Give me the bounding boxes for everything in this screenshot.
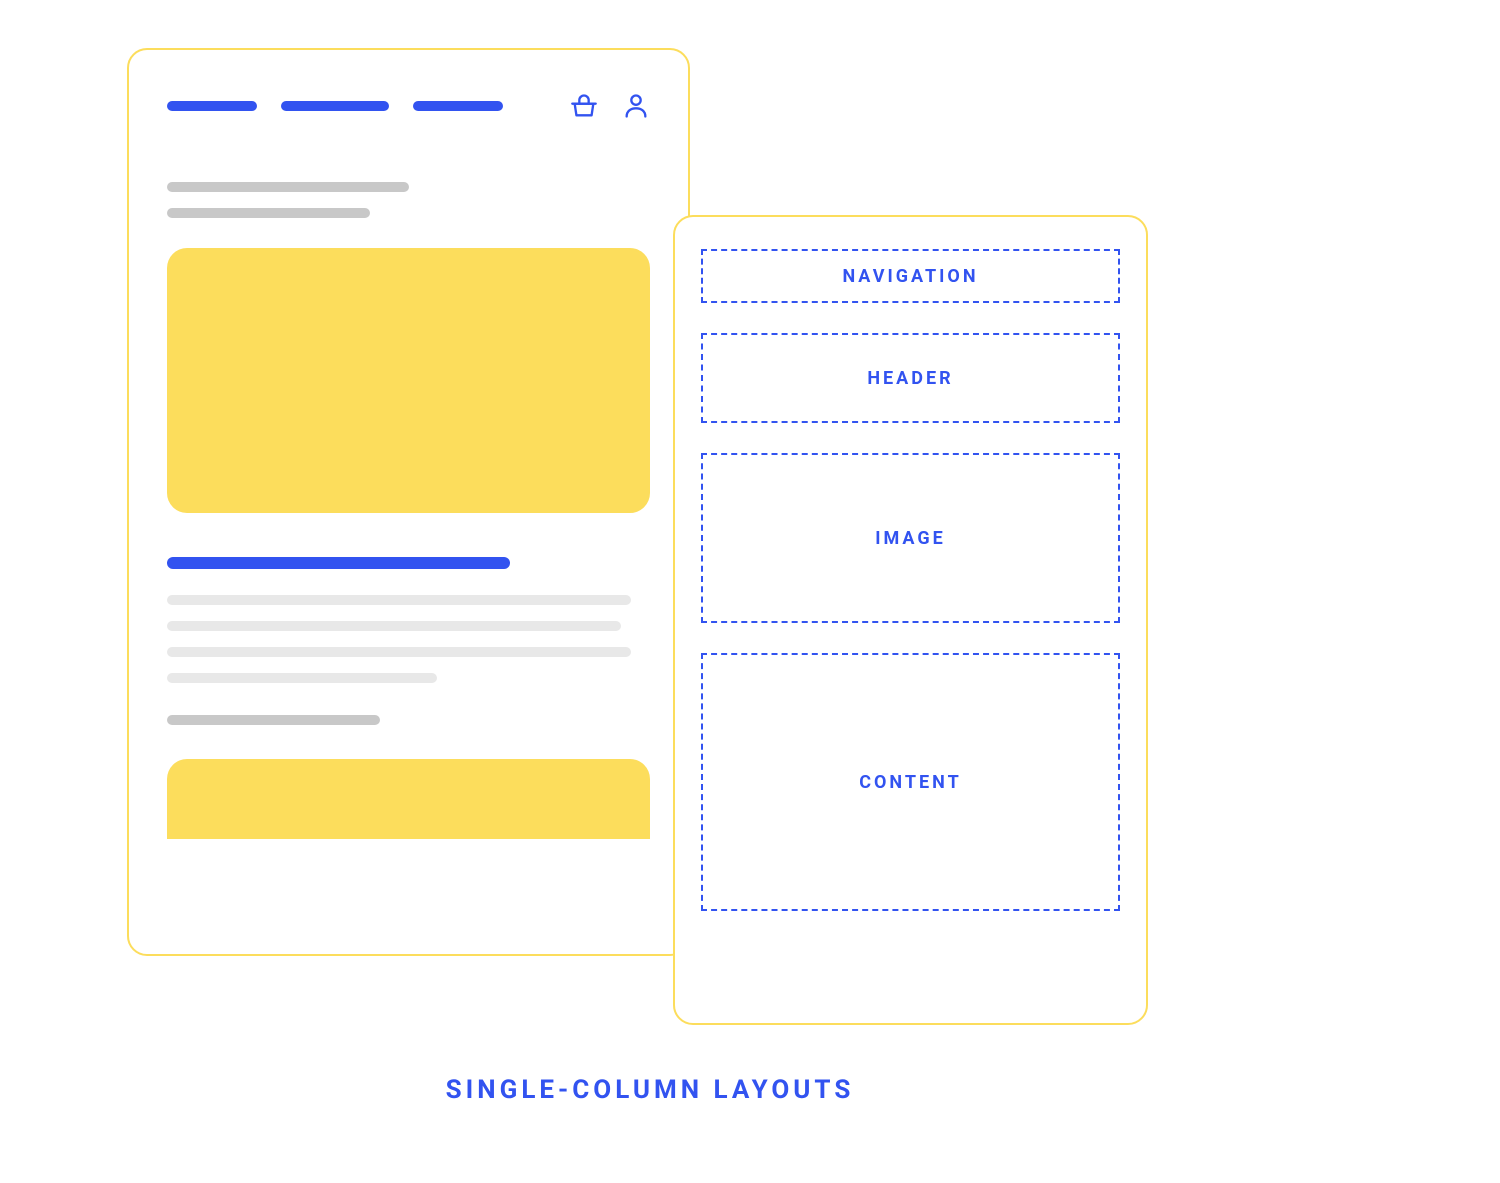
text-placeholder bbox=[167, 621, 621, 631]
nav-link-placeholder[interactable] bbox=[281, 101, 389, 111]
text-placeholder bbox=[167, 182, 409, 192]
basket-icon[interactable] bbox=[570, 92, 598, 120]
text-placeholder bbox=[167, 208, 370, 218]
schematic-region-header: HEADER bbox=[701, 333, 1120, 423]
layout-schematic: NAVIGATION HEADER IMAGE CONTENT bbox=[673, 215, 1148, 1025]
text-placeholder bbox=[167, 595, 631, 605]
schematic-region-image: IMAGE bbox=[701, 453, 1120, 623]
nav-icons bbox=[570, 92, 650, 120]
diagram-canvas: NAVIGATION HEADER IMAGE CONTENT SINGLE-C… bbox=[0, 0, 1500, 1183]
diagram-caption: SINGLE-COLUMN LAYOUTS bbox=[0, 1075, 1300, 1105]
text-placeholder bbox=[167, 715, 380, 725]
nav-link-placeholder[interactable] bbox=[167, 101, 257, 111]
wireframe-mockup bbox=[127, 48, 690, 956]
nav-links bbox=[167, 101, 503, 111]
wireframe-header-text bbox=[167, 182, 650, 218]
wireframe-nav bbox=[167, 92, 650, 120]
wireframe-secondary-image bbox=[167, 759, 650, 839]
schematic-region-navigation: NAVIGATION bbox=[701, 249, 1120, 303]
text-placeholder bbox=[167, 647, 631, 657]
schematic-label: IMAGE bbox=[875, 528, 946, 549]
user-icon[interactable] bbox=[622, 92, 650, 120]
schematic-label: HEADER bbox=[867, 368, 953, 389]
heading-placeholder bbox=[167, 557, 510, 569]
wireframe-hero-image bbox=[167, 248, 650, 513]
text-placeholder bbox=[167, 673, 437, 683]
schematic-label: CONTENT bbox=[859, 772, 962, 793]
wireframe-content-text bbox=[167, 557, 650, 725]
nav-link-placeholder[interactable] bbox=[413, 101, 503, 111]
schematic-label: NAVIGATION bbox=[842, 266, 978, 287]
schematic-region-content: CONTENT bbox=[701, 653, 1120, 911]
